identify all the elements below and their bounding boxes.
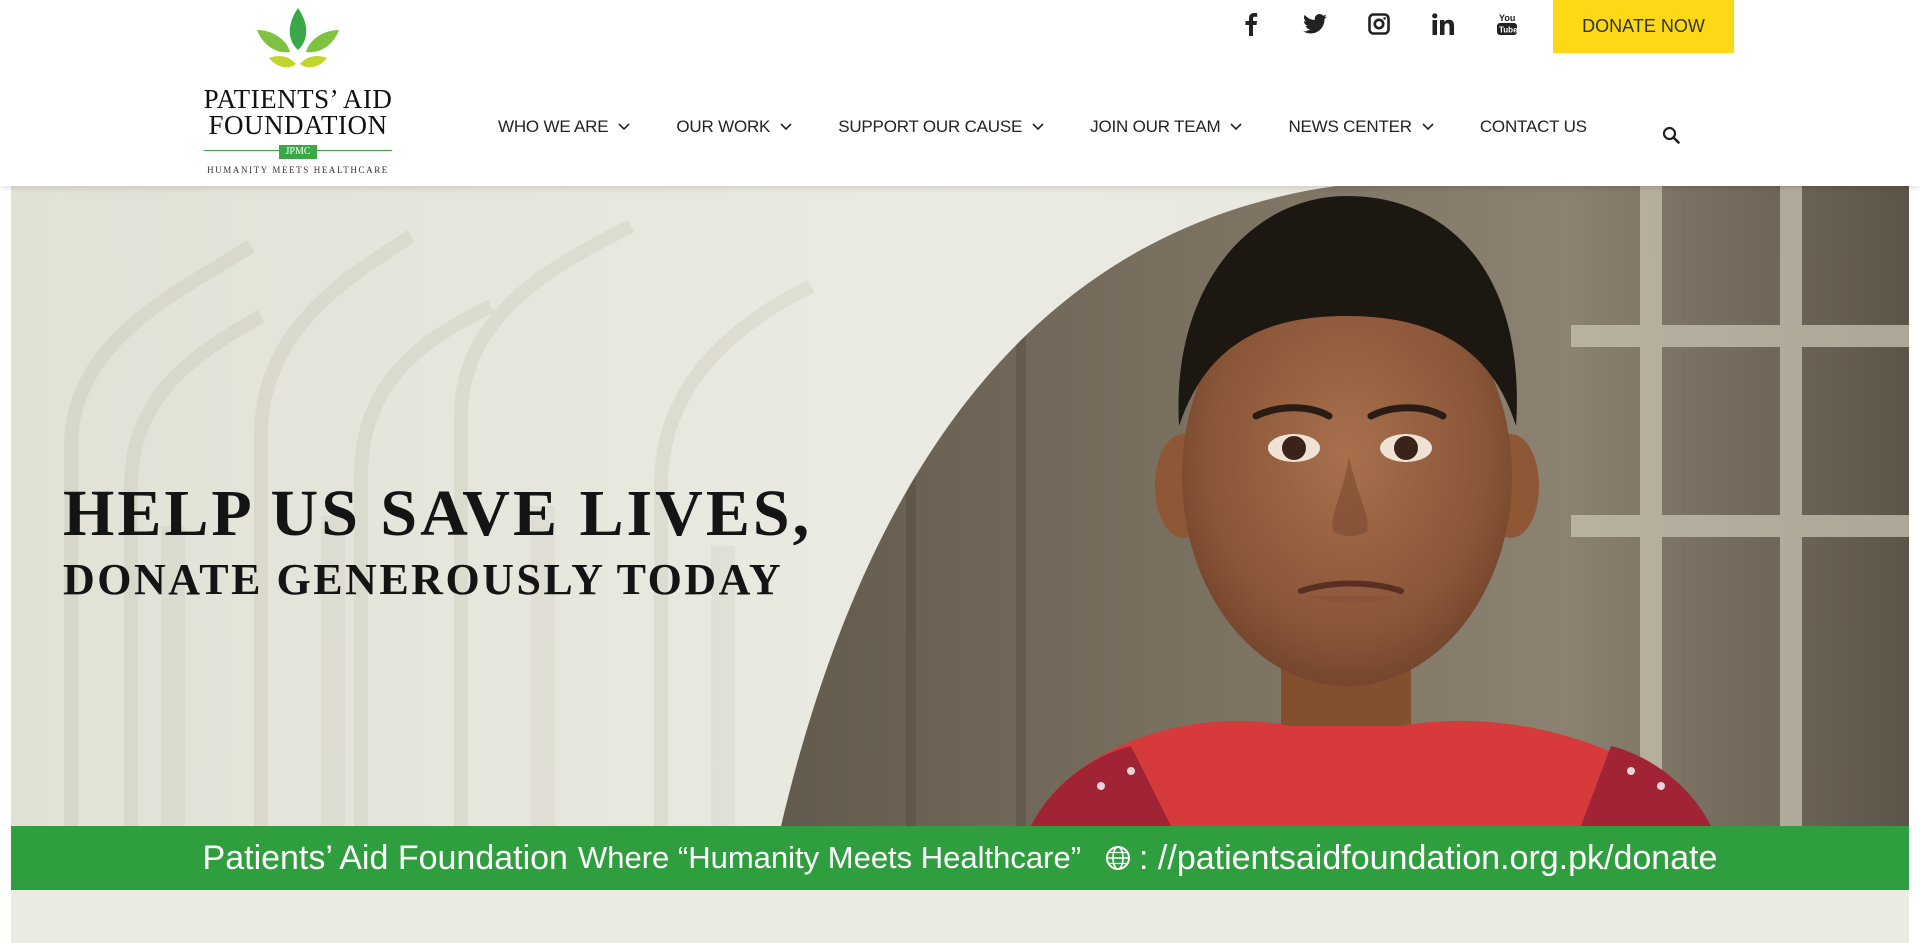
globe-icon (1106, 846, 1131, 870)
nav-item-label: OUR WORK (676, 117, 771, 136)
instagram-icon[interactable] (1366, 10, 1392, 38)
hero-banner: Patients’ Aid Foundation Where “Humanity… (11, 826, 1909, 890)
site-header: PATIENTS’ AID FOUNDATION JPMC HUMANITY M… (0, 0, 1920, 186)
linkedin-icon[interactable] (1430, 10, 1456, 38)
nav-item-who-we-are[interactable]: WHO WE ARE (498, 117, 630, 137)
search-icon[interactable] (1662, 126, 1680, 144)
logo-name-line2: FOUNDATION (208, 110, 388, 140)
banner-org-name: Patients’ Aid Foundation (202, 838, 568, 877)
youtube-icon[interactable]: You Tube (1494, 10, 1520, 38)
logo-tagline: HUMANITY MEETS HEALTHCARE (207, 165, 389, 175)
nav-item-our-work[interactable]: OUR WORK (676, 117, 792, 137)
chevron-down-icon (618, 123, 630, 131)
nav-item-label: SUPPORT OUR CAUSE (838, 117, 1023, 136)
nav-item-support-our-cause[interactable]: SUPPORT OUR CAUSE (838, 117, 1044, 137)
hero-headline: HELP US SAVE LIVES, (63, 477, 813, 550)
hero-slider: HELP US SAVE LIVES, DONATE GENEROUSLY TO… (11, 186, 1909, 826)
svg-text:Tube: Tube (1499, 26, 1518, 35)
chevron-down-icon (1422, 123, 1434, 131)
donate-now-button[interactable]: DONATE NOW (1553, 0, 1734, 53)
social-links: You Tube (1238, 10, 1558, 38)
leaves-logo-icon (257, 8, 339, 68)
chevron-down-icon (780, 123, 792, 131)
nav-item-label: NEWS CENTER (1288, 117, 1412, 136)
logo-name-line1: PATIENTS’ AID (203, 84, 393, 114)
nav-item-label: CONTACT US (1479, 117, 1587, 136)
twitter-icon[interactable] (1302, 10, 1328, 38)
hero-subheadline: DONATE GENEROUSLY TODAY (63, 555, 784, 604)
main-nav: WHO WE ARE OUR WORK SUPPORT OUR CAUSE JO… (498, 114, 1633, 140)
logo-badge: JPMC (279, 145, 317, 159)
facebook-icon[interactable] (1238, 10, 1264, 38)
nav-item-join-our-team[interactable]: JOIN OUR TEAM (1090, 117, 1243, 137)
banner-donate-url: : //patientsaidfoundation.org.pk/donate (1139, 838, 1718, 877)
svg-text:You: You (1499, 13, 1515, 23)
nav-item-label: JOIN OUR TEAM (1090, 117, 1221, 136)
nav-item-label: WHO WE ARE (498, 117, 609, 136)
page-gutter-left (0, 186, 11, 943)
hero-bottom-strip (11, 890, 1909, 943)
chevron-down-icon (1230, 123, 1243, 131)
page-gutter-right (1909, 186, 1920, 943)
site-logo[interactable]: PATIENTS’ AID FOUNDATION JPMC HUMANITY M… (200, 6, 396, 182)
nav-item-news-center[interactable]: NEWS CENTER (1288, 117, 1434, 137)
logo-badge-row: JPMC (200, 141, 396, 159)
nav-item-contact-us[interactable]: CONTACT US (1480, 117, 1587, 137)
chevron-down-icon (1032, 123, 1044, 131)
banner-slogan: Where “Humanity Meets Healthcare” (577, 840, 1082, 875)
